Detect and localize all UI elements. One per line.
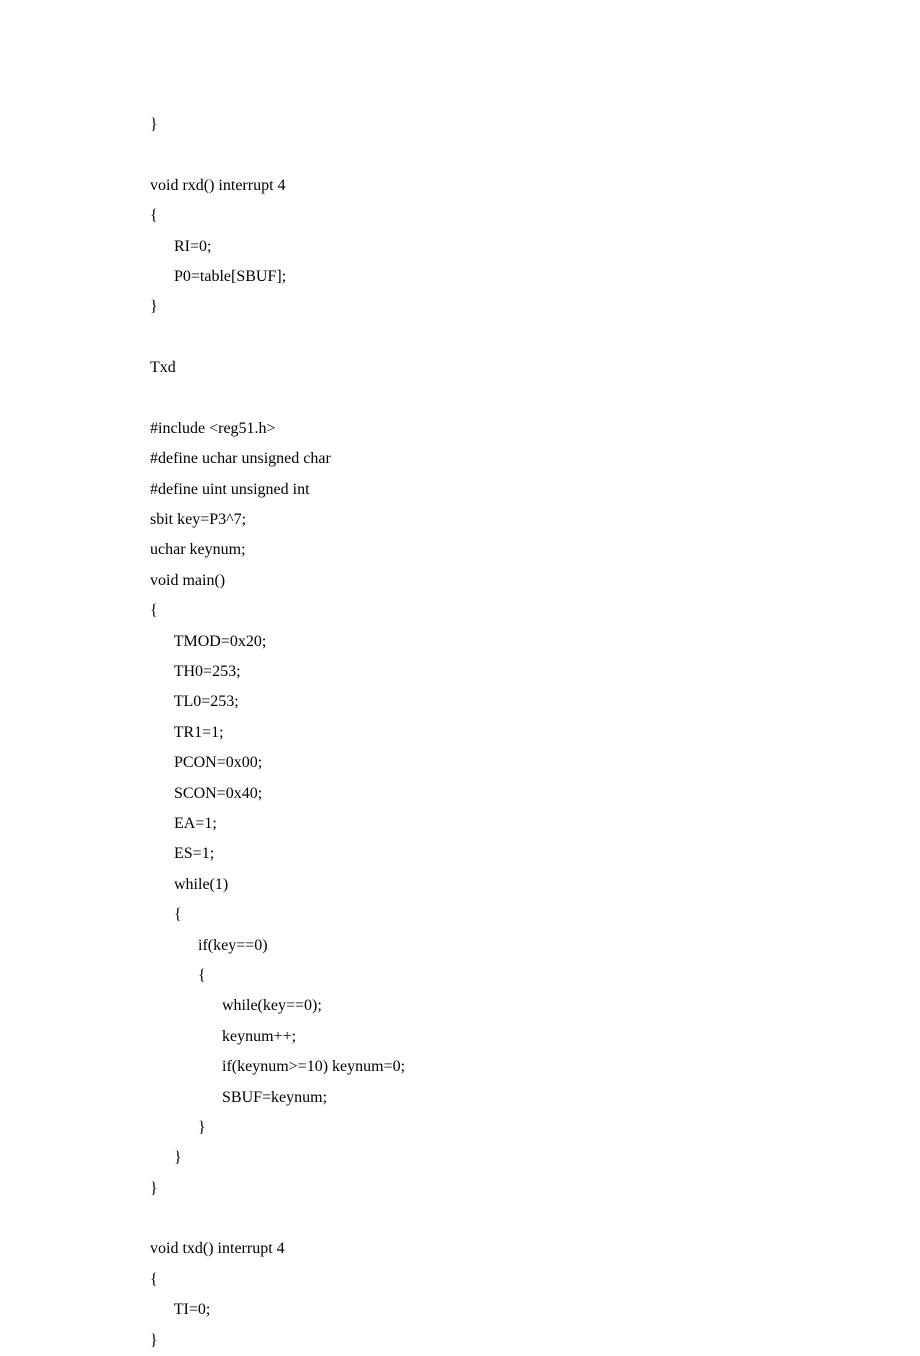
code-block: } void rxd() interrupt 4 { RI=0; P0=tabl… [150,110,770,1356]
document-page: } void rxd() interrupt 4 { RI=0; P0=tabl… [0,0,920,1356]
